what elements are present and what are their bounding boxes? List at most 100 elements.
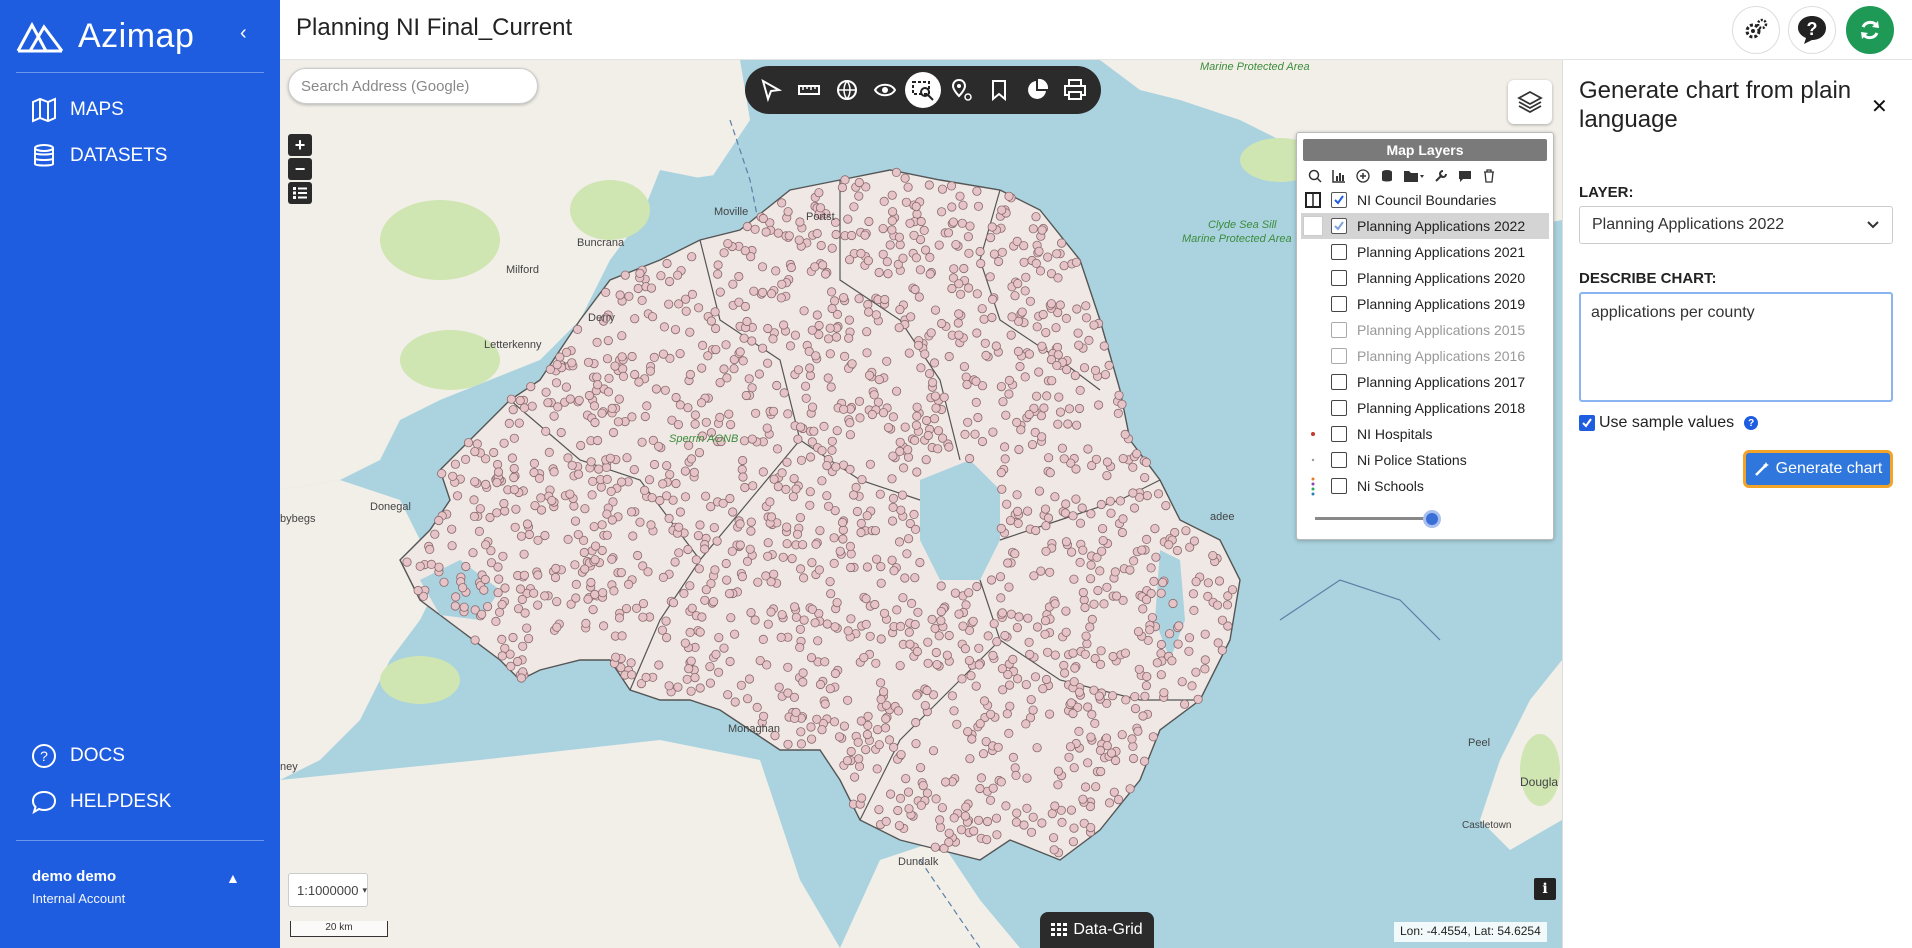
planning-application-point[interactable] — [674, 522, 684, 532]
planning-application-point[interactable] — [1006, 609, 1016, 619]
planning-application-point[interactable] — [987, 294, 998, 304]
planning-application-point[interactable] — [1066, 547, 1077, 557]
planning-application-point[interactable] — [1130, 703, 1141, 714]
planning-application-point[interactable] — [1128, 488, 1138, 498]
planning-application-point[interactable] — [844, 255, 855, 265]
planning-application-point[interactable] — [777, 279, 787, 289]
planning-application-point[interactable] — [894, 820, 905, 831]
planning-application-point[interactable] — [1227, 585, 1238, 595]
planning-application-point[interactable] — [1104, 360, 1114, 370]
planning-application-point[interactable] — [853, 737, 863, 747]
planning-application-point[interactable] — [509, 484, 519, 495]
planning-application-point[interactable] — [489, 447, 499, 458]
planning-application-point[interactable] — [1151, 552, 1161, 562]
planning-application-point[interactable] — [590, 589, 600, 600]
planning-application-point[interactable] — [746, 607, 756, 618]
layer-row-ni-police-stations[interactable]: Ni Police Stations — [1297, 447, 1553, 473]
planning-application-point[interactable] — [1138, 711, 1148, 721]
planning-application-point[interactable] — [729, 364, 739, 374]
planning-application-point[interactable] — [1100, 369, 1111, 380]
planning-application-point[interactable] — [670, 557, 680, 567]
layer-select[interactable]: Planning Applications 2022 — [1579, 206, 1893, 244]
collapse-sidebar-icon[interactable]: ‹ — [240, 22, 247, 45]
planning-application-point[interactable] — [638, 612, 648, 622]
planning-application-point[interactable] — [895, 437, 905, 447]
planning-application-point[interactable] — [923, 658, 933, 668]
planning-application-point[interactable] — [911, 253, 922, 263]
planning-application-point[interactable] — [935, 822, 946, 833]
planning-application-point[interactable] — [864, 216, 874, 227]
planning-application-point[interactable] — [910, 524, 921, 534]
planning-application-point[interactable] — [845, 418, 855, 428]
planning-application-point[interactable] — [1053, 419, 1063, 429]
planning-application-point[interactable] — [812, 310, 822, 320]
planning-application-point[interactable] — [469, 511, 479, 521]
planning-application-point[interactable] — [788, 492, 799, 502]
planning-application-point[interactable] — [1069, 763, 1079, 773]
planning-application-point[interactable] — [874, 267, 884, 278]
planning-application-point[interactable] — [1010, 763, 1020, 773]
planning-application-point[interactable] — [547, 495, 557, 506]
planning-application-point[interactable] — [973, 815, 984, 825]
planning-application-point[interactable] — [740, 482, 750, 493]
planning-application-point[interactable] — [936, 616, 946, 626]
planning-application-point[interactable] — [450, 601, 460, 611]
planning-application-point[interactable] — [1102, 457, 1113, 467]
planning-application-point[interactable] — [587, 490, 597, 500]
planning-application-point[interactable] — [1097, 523, 1108, 534]
planning-application-point[interactable] — [509, 433, 519, 443]
planning-application-point[interactable] — [983, 631, 993, 641]
planning-application-point[interactable] — [586, 577, 596, 588]
planning-application-point[interactable] — [997, 608, 1008, 618]
planning-application-point[interactable] — [964, 655, 975, 666]
planning-application-point[interactable] — [926, 328, 936, 338]
planning-application-point[interactable] — [492, 477, 502, 488]
planning-application-point[interactable] — [929, 414, 940, 424]
planning-application-point[interactable] — [744, 374, 754, 384]
planning-application-point[interactable] — [1005, 701, 1015, 711]
planning-application-point[interactable] — [1152, 658, 1162, 668]
planning-application-point[interactable] — [972, 186, 982, 196]
planning-application-point[interactable] — [590, 417, 600, 428]
planning-application-point[interactable] — [1041, 546, 1051, 556]
planning-application-point[interactable] — [640, 411, 650, 422]
planning-application-point[interactable] — [594, 464, 604, 474]
planning-application-point[interactable] — [1118, 514, 1128, 524]
planning-application-point[interactable] — [811, 351, 821, 361]
planning-application-point[interactable] — [982, 816, 993, 827]
planning-application-point[interactable] — [813, 636, 823, 646]
planning-application-point[interactable] — [1044, 709, 1055, 719]
layer-row-ni-council-boundaries[interactable]: NI Council Boundaries — [1297, 187, 1553, 213]
planning-application-point[interactable] — [1004, 375, 1015, 385]
planning-application-point[interactable] — [1071, 464, 1081, 474]
planning-application-point[interactable] — [1086, 822, 1096, 833]
planning-application-point[interactable] — [711, 649, 721, 659]
planning-application-point[interactable] — [964, 588, 974, 598]
planning-application-point[interactable] — [524, 633, 534, 644]
planning-application-point[interactable] — [1222, 600, 1233, 610]
planning-application-point[interactable] — [750, 408, 761, 418]
planning-application-point[interactable] — [706, 316, 716, 326]
planning-application-point[interactable] — [1208, 550, 1218, 561]
planning-application-point[interactable] — [681, 306, 691, 316]
planning-application-point[interactable] — [838, 525, 848, 535]
planning-application-point[interactable] — [481, 540, 491, 550]
planning-application-point[interactable] — [1080, 602, 1090, 613]
planning-application-point[interactable] — [887, 216, 897, 226]
planning-application-point[interactable] — [1074, 340, 1084, 350]
planning-application-point[interactable] — [742, 316, 752, 327]
planning-application-point[interactable] — [807, 402, 818, 412]
planning-application-point[interactable] — [878, 687, 889, 697]
planning-application-point[interactable] — [851, 482, 861, 492]
planning-application-point[interactable] — [714, 632, 724, 643]
planning-application-point[interactable] — [470, 477, 480, 487]
planning-application-point[interactable] — [763, 551, 773, 561]
planning-application-point[interactable] — [1004, 389, 1014, 399]
planning-application-point[interactable] — [896, 749, 906, 760]
layer-row-planning-applications-2019[interactable]: Planning Applications 2019 — [1297, 291, 1553, 317]
planning-application-point[interactable] — [1035, 266, 1046, 276]
planning-application-point[interactable] — [479, 585, 489, 595]
planning-application-point[interactable] — [664, 276, 675, 287]
planning-application-point[interactable] — [989, 619, 999, 629]
planning-application-point[interactable] — [504, 418, 514, 428]
